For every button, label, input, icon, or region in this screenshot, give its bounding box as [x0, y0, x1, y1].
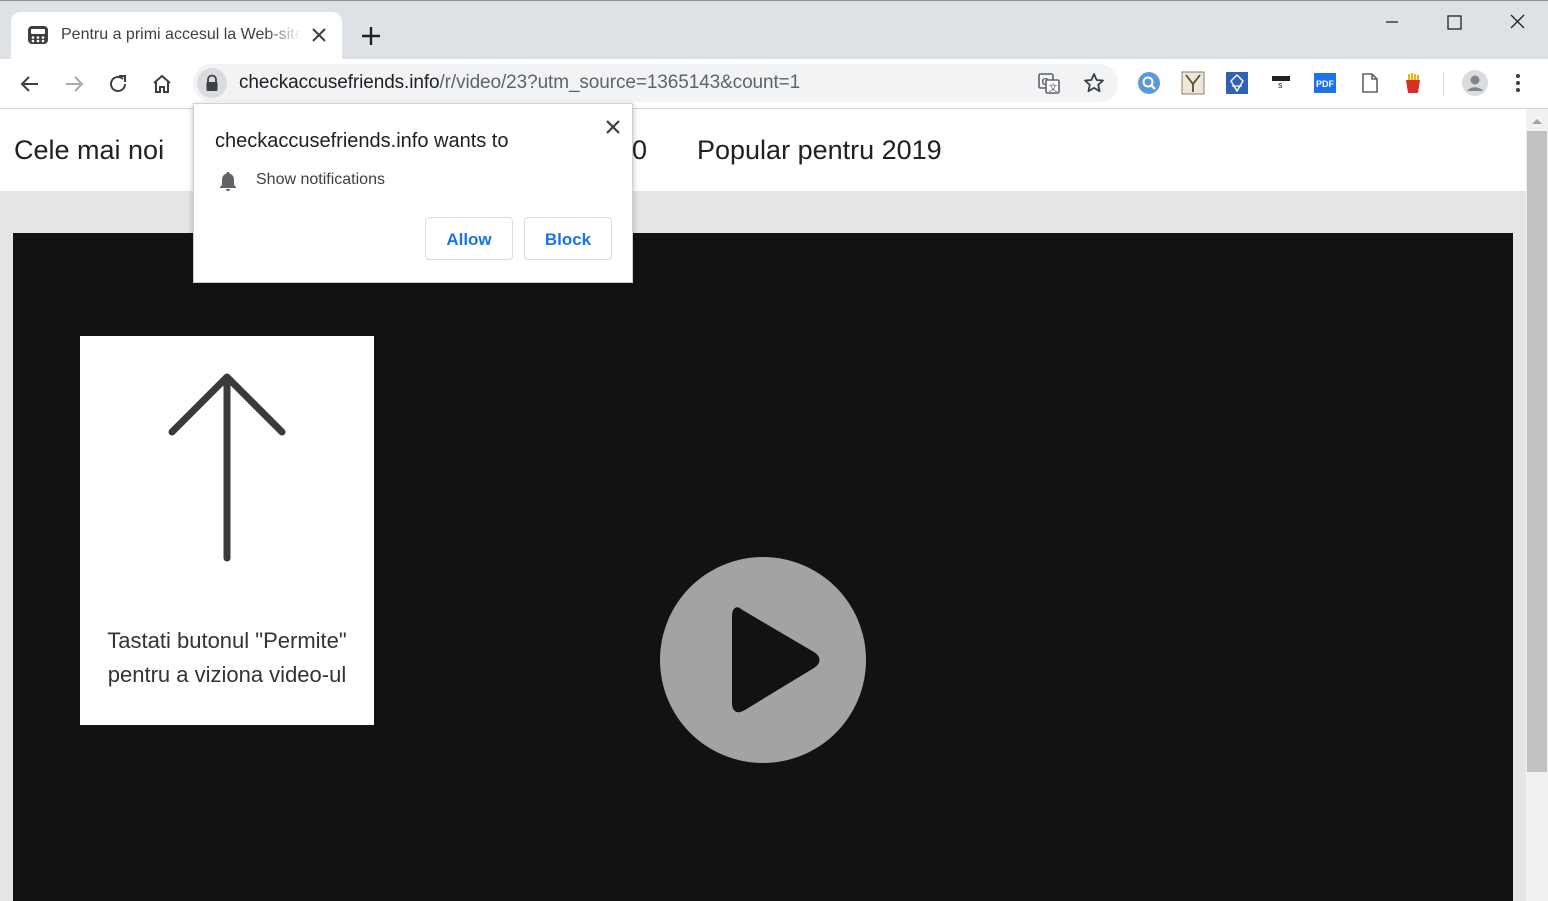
url-text[interactable]: checkaccusefriends.info/r/video/23?utm_s… [239, 72, 800, 94]
new-tab-plus-icon[interactable] [358, 23, 384, 49]
back-arrow-icon[interactable] [17, 71, 43, 97]
allow-hint-card: Tastati butonul "Permite" pentru a vizio… [80, 336, 374, 725]
fries-extension-icon[interactable] [1401, 71, 1425, 95]
close-icon[interactable] [604, 118, 622, 136]
window-close-icon[interactable] [1494, 9, 1540, 37]
notification-permission-prompt: checkaccusefriends.info wants to Show no… [193, 103, 633, 283]
translate-icon[interactable]: G 文 [1037, 71, 1061, 95]
avatar-icon[interactable] [1461, 69, 1489, 97]
block-button[interactable]: Block [524, 217, 612, 260]
yoroi-extension-icon[interactable] [1181, 71, 1205, 95]
address-bar[interactable]: checkaccusefriends.info/r/video/23?utm_s… [193, 64, 1118, 102]
forward-arrow-icon[interactable] [61, 71, 87, 97]
url-host: checkaccusefriends.info [239, 72, 440, 93]
play-icon [732, 607, 820, 713]
lock-icon [206, 74, 218, 91]
bookmark-star-icon[interactable] [1082, 71, 1106, 95]
tab-title: Pentru a primi accesul la Web-site [61, 26, 301, 43]
url-path: /r/video/23?utm_source=1365143&count=1 [439, 72, 801, 93]
kebab-menu-icon[interactable] [1506, 71, 1530, 95]
up-arrow-icon [168, 373, 286, 562]
scrollbar-thumb[interactable] [1527, 131, 1547, 772]
browser-tab[interactable]: Pentru a primi accesul la Web-site [11, 12, 342, 60]
pdf-extension-icon[interactable]: PDF [1313, 71, 1337, 95]
search-extension-icon[interactable] [1137, 71, 1161, 95]
browser-toolbar: checkaccusefriends.info/r/video/23?utm_s… [0, 59, 1548, 109]
permission-description: Show notifications [256, 171, 385, 188]
keyboard-favicon-icon [28, 26, 48, 44]
nav-link-partial[interactable]: 0 [632, 135, 647, 166]
site-info-button[interactable] [197, 68, 227, 98]
bell-icon [220, 172, 236, 191]
allow-button[interactable]: Allow [425, 217, 513, 260]
reload-icon[interactable] [105, 71, 131, 97]
scroll-up-arrow-icon[interactable] [1531, 117, 1543, 125]
play-button[interactable] [660, 557, 866, 763]
nav-link-popular[interactable]: Popular pentru 2019 [697, 135, 942, 166]
s-extension-icon[interactable]: s [1269, 71, 1293, 95]
svg-text:PDF: PDF [1316, 79, 1335, 89]
svg-text:文: 文 [1049, 82, 1058, 94]
adguard-extension-icon[interactable] [1225, 71, 1249, 95]
tab-close-icon[interactable] [310, 26, 328, 44]
page-extension-icon[interactable] [1357, 71, 1381, 95]
nav-link-newest[interactable]: Cele mai noi [14, 135, 164, 166]
minimize-icon[interactable] [1369, 9, 1415, 37]
video-player[interactable]: Tastati butonul "Permite" pentru a vizio… [13, 233, 1513, 901]
prompt-title: checkaccusefriends.info wants to [215, 130, 509, 152]
maximize-icon[interactable] [1431, 9, 1477, 37]
tab-strip: Pentru a primi accesul la Web-site [0, 0, 1548, 60]
svg-text:s: s [1278, 80, 1283, 90]
page-scrollbar[interactable] [1526, 109, 1548, 901]
home-icon[interactable] [149, 71, 175, 97]
hint-text: Tastati butonul "Permite" pentru a vizio… [107, 628, 347, 687]
toolbar-separator [1443, 72, 1444, 96]
